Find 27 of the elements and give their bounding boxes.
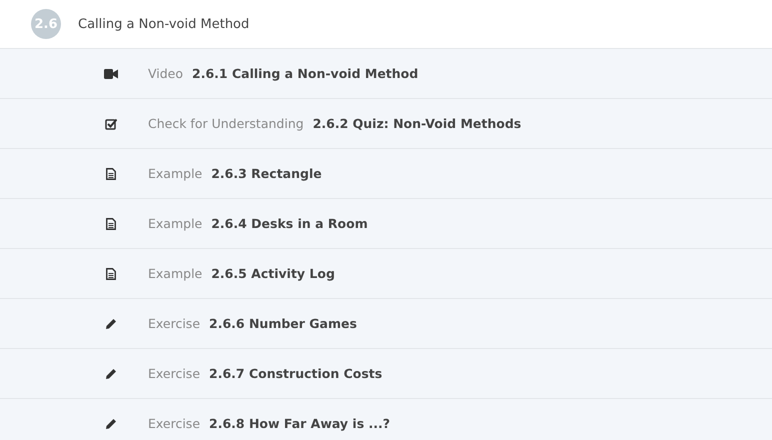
item-type-label: Video — [148, 66, 184, 81]
section-header[interactable]: 2.6 Calling a Non-void Method — [0, 0, 772, 49]
item-type-label: Example — [148, 216, 202, 231]
item-title: 2.6.2 Quiz: Non-Void Methods — [312, 116, 522, 131]
document-icon — [106, 268, 116, 280]
item-title: 2.6.6 Number Games — [209, 316, 357, 331]
pencil-icon — [105, 418, 117, 430]
item-type-label: Check for Understanding — [148, 116, 304, 131]
section-title: Calling a Non-void Method — [78, 16, 250, 32]
item-title: 2.6.1 Calling a Non-void Method — [192, 66, 418, 81]
item-type-label: Exercise — [148, 366, 200, 381]
item-type-label: Example — [148, 266, 202, 281]
item-title: 2.6.8 How Far Away is ...? — [209, 416, 390, 431]
checkbox-icon — [105, 118, 117, 130]
item-title: 2.6.7 Construction Costs — [209, 366, 382, 381]
document-icon — [106, 218, 116, 230]
item-title: 2.6.3 Rectangle — [211, 166, 322, 181]
item-type-label: Exercise — [148, 316, 200, 331]
section-number-badge: 2.6 — [31, 9, 61, 39]
item-type-label: Exercise — [148, 416, 200, 431]
item-title: 2.6.4 Desks in a Room — [211, 216, 368, 231]
video-camera-icon — [104, 68, 118, 78]
item-type-label: Example — [148, 166, 202, 181]
pencil-icon — [105, 318, 117, 330]
item-title: 2.6.5 Activity Log — [211, 266, 335, 281]
document-icon — [106, 168, 116, 180]
pencil-icon — [105, 368, 117, 380]
